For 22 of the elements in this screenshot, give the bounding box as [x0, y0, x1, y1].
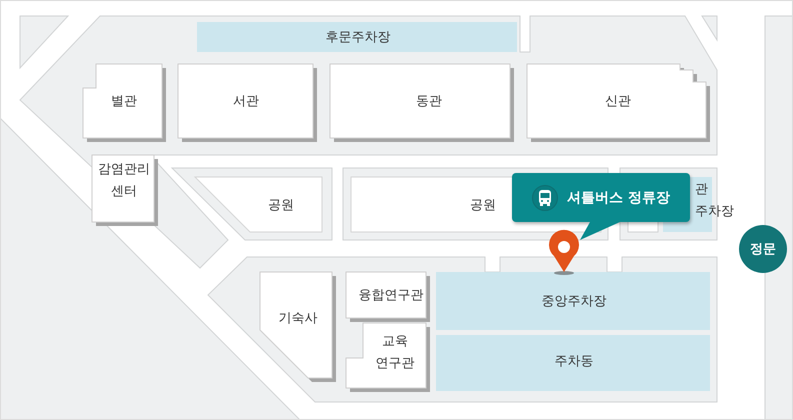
- building-label: 융합연구관: [358, 287, 424, 305]
- building-label: 서관: [233, 93, 259, 111]
- ground-block: [701, 16, 718, 42]
- parking-label: 중앙주차장: [542, 293, 606, 311]
- shuttle-stop-label: 셔틀버스 정류장: [567, 188, 670, 206]
- building-label: 기숙사: [278, 310, 318, 328]
- park-label: 공원: [268, 197, 294, 215]
- ground-block: [20, 16, 70, 70]
- gate-label: 정문: [750, 241, 776, 258]
- bus-icon: [532, 184, 558, 210]
- building-shape: [92, 154, 158, 226]
- building-label: 동관: [416, 93, 442, 111]
- parking-label: 주차동: [554, 353, 594, 371]
- building-label: 감염관리 센터: [98, 161, 150, 201]
- parking-label: 후문주차장: [326, 29, 390, 47]
- building-label: 신관: [605, 93, 631, 111]
- building-label: 별관: [111, 93, 137, 111]
- park-label: 공원: [470, 197, 496, 215]
- building-label: 교육 연구관: [376, 333, 414, 373]
- parking-label: 관 주차장: [695, 181, 734, 221]
- location-pin-icon: [549, 230, 579, 275]
- gate-marker: [739, 225, 787, 273]
